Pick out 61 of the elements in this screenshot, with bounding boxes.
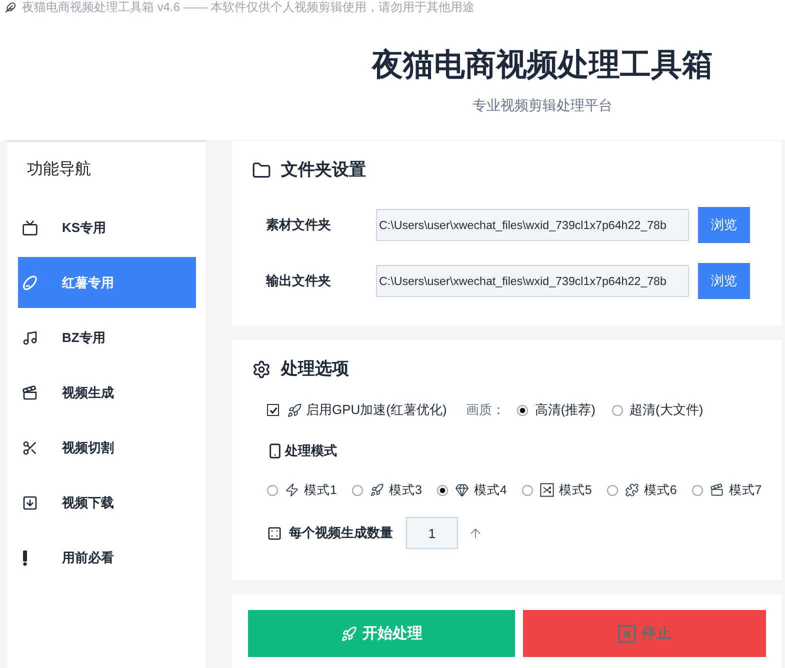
- radio-button[interactable]: [612, 404, 623, 416]
- path-field[interactable]: C:\Users\user\xwechat_files\wxid_739cl1x7p64h22_78b: [376, 209, 689, 241]
- field-label: 素材文件夹: [266, 216, 332, 234]
- music-notes-icon: [22, 330, 38, 346]
- sidebar-item[interactable]: 视频下载: [18, 477, 196, 528]
- sidebar-item[interactable]: 视频切割: [18, 422, 196, 473]
- radio-button[interactable]: [267, 484, 278, 496]
- subsection-title: 处理模式: [285, 442, 337, 460]
- radio-button[interactable]: [692, 484, 703, 496]
- count-field[interactable]: 1: [406, 517, 458, 549]
- rocket-icon: [287, 402, 302, 418]
- puzzle-icon: [624, 483, 639, 497]
- section-title: 文件夹设置: [281, 159, 366, 181]
- radio-label: 模式3: [388, 482, 422, 498]
- radio-button[interactable]: [522, 484, 533, 496]
- tv-icon: [22, 220, 38, 236]
- browse-button[interactable]: 浏览: [698, 207, 750, 243]
- sidebar-item[interactable]: 用前必看: [18, 532, 196, 583]
- quality-label: 画质：: [466, 401, 505, 419]
- app-subtitle: 专业视频剪辑处理平台: [472, 97, 612, 113]
- radio-label: 模式5: [558, 482, 592, 498]
- sidebar-title: 功能导航: [26, 160, 92, 180]
- dice-icon: [267, 526, 282, 540]
- radio-button[interactable]: [516, 404, 528, 416]
- radio-label: 模式1: [304, 482, 337, 498]
- radio-button[interactable]: [436, 484, 448, 496]
- path-field[interactable]: C:\Users\user\xwechat_files\wxid_739cl1x7p64h22_78b: [376, 265, 689, 297]
- rocket-icon: [370, 483, 384, 497]
- download-icon: [22, 494, 38, 510]
- sidebar-item[interactable]: 视频生成: [18, 367, 196, 418]
- phone-icon: [267, 443, 283, 459]
- section-title: 处理选项: [281, 358, 349, 380]
- checkbox-label: 启用GPU加速(红薯优化): [306, 401, 447, 419]
- window-title: 夜猫电商视频处理工具箱 v4.6 —— 本软件仅供个人视频剪辑使用，请勿用于其他用途: [22, 0, 475, 14]
- browse-button[interactable]: 浏览: [698, 263, 750, 299]
- scissors-icon: [22, 440, 38, 456]
- shuffle-icon: [540, 483, 554, 497]
- clapperboard-icon: [22, 384, 38, 400]
- field-label: 输出文件夹: [266, 272, 332, 290]
- field-label: 每个视频生成数量: [289, 524, 393, 542]
- checkbox[interactable]: [267, 404, 279, 416]
- app-title: 夜猫电商视频处理工具箱: [372, 46, 713, 84]
- clapperboard-icon: [710, 483, 724, 497]
- radio-button[interactable]: [352, 484, 363, 496]
- radio-button[interactable]: [606, 484, 618, 496]
- radio-label: 超清(大文件): [630, 401, 704, 419]
- radio-label: 模式6: [644, 482, 677, 498]
- feather-icon: [5, 2, 16, 12]
- sidebar-item[interactable]: KS专用: [18, 202, 196, 253]
- radio-label: 模式7: [728, 482, 762, 498]
- radio-label: 模式4: [474, 482, 507, 498]
- stop-icon: [618, 624, 636, 642]
- lightning-icon: [285, 483, 299, 497]
- diamond-icon: [454, 483, 469, 497]
- settings-icon: [252, 360, 271, 378]
- folder-icon: [252, 160, 271, 180]
- sidebar-item[interactable]: 红薯专用: [18, 257, 196, 308]
- rocket-icon: [340, 626, 356, 642]
- exclamation-icon: [22, 550, 28, 566]
- radio-label: 高清(推荐): [534, 401, 596, 419]
- sidebar-item[interactable]: BZ专用: [18, 312, 196, 363]
